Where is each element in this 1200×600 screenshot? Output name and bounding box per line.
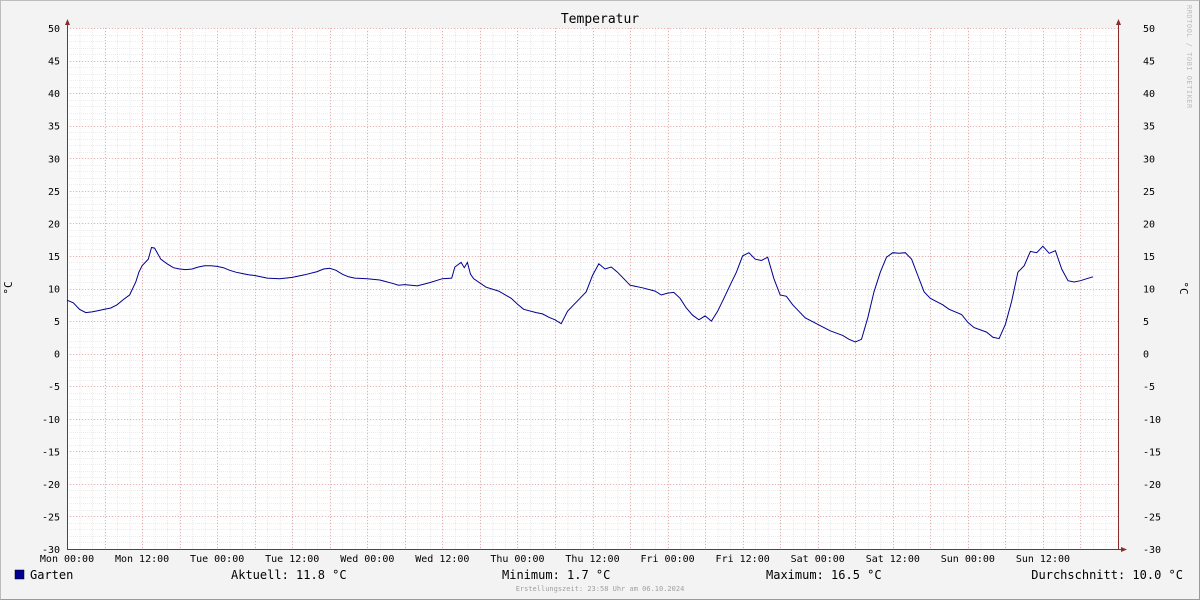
legend-series-name: Garten <box>30 568 73 582</box>
x-tick-label: Thu 12:00 <box>565 554 619 565</box>
y-tick-label: 45 <box>1143 57 1155 68</box>
y-tick-label: 10 <box>1143 285 1155 296</box>
y-tick-label: 15 <box>48 252 60 263</box>
x-tick-label: Wed 12:00 <box>415 554 469 565</box>
x-tick-label: Tue 00:00 <box>190 554 244 565</box>
y-tick-label: 0 <box>1143 350 1149 361</box>
legend-maximum: Maximum: 16.5 °C <box>766 568 882 582</box>
y-tick-label: 0 <box>54 350 60 361</box>
y-tick-label: 40 <box>1143 89 1155 100</box>
x-tick-label: Fri 00:00 <box>640 554 694 565</box>
legend-average: Durchschnitt: 10.0 °C <box>1031 568 1183 582</box>
y-tick-label: 50 <box>1143 24 1155 35</box>
y-tick-label: -10 <box>1143 415 1161 426</box>
x-axis-arrow <box>1121 547 1127 552</box>
temperature-chart: 50454035302520151050-5-10-15-20-25-30 50… <box>2 5 1193 593</box>
y-tick-label: -30 <box>1143 545 1161 556</box>
x-tick-label: Sat 12:00 <box>866 554 920 565</box>
y-tick-labels-left: 50454035302520151050-5-10-15-20-25-30 <box>42 24 60 556</box>
y-tick-label: -20 <box>1143 480 1161 491</box>
y-tick-label: 35 <box>1143 122 1155 133</box>
y-tick-label: 40 <box>48 89 60 100</box>
y-tick-label: 30 <box>1143 154 1155 165</box>
y-tick-label: 5 <box>1143 317 1149 328</box>
x-tick-label: Mon 00:00 <box>40 554 94 565</box>
legend-swatch-garten <box>14 569 25 580</box>
y-tick-label: 25 <box>48 187 60 198</box>
x-tick-label: Wed 00:00 <box>340 554 394 565</box>
y-tick-label: 30 <box>48 154 60 165</box>
y-tick-label: 15 <box>1143 252 1155 263</box>
x-tick-label: Sun 12:00 <box>1016 554 1070 565</box>
chart-title: Temperatur <box>561 12 639 27</box>
y-tick-label: 50 <box>48 24 60 35</box>
y-tick-label: 20 <box>1143 219 1155 230</box>
y-tick-label: 35 <box>48 122 60 133</box>
legend-minimum: Minimum: 1.7 °C <box>502 568 610 582</box>
y-tick-label: 25 <box>1143 187 1155 198</box>
y-tick-label: -15 <box>42 447 60 458</box>
y-tick-label: -25 <box>1143 512 1161 523</box>
y-tick-label: 5 <box>54 317 60 328</box>
y-axis-arrow-right <box>1116 19 1121 25</box>
y-tick-label: -5 <box>48 382 60 393</box>
y-axis-label-left: °C <box>2 281 15 294</box>
x-tick-label: Sat 00:00 <box>791 554 845 565</box>
x-tick-label: Fri 12:00 <box>716 554 770 565</box>
legend-current: Aktuell: 11.8 °C <box>231 568 347 582</box>
y-axis-label-right: °C <box>1177 281 1190 294</box>
plot-area <box>67 28 1118 549</box>
creation-timestamp: Erstellungszeit: 23:58 Uhr am 06.10.2024 <box>516 585 685 593</box>
y-tick-label: -25 <box>42 512 60 523</box>
y-tick-label: 20 <box>48 219 60 230</box>
y-tick-label: 45 <box>48 57 60 68</box>
x-tick-label: Thu 00:00 <box>490 554 544 565</box>
x-tick-labels: Mon 00:00 Mon 12:00 Tue 00:00 Tue 12:00 Wed … <box>40 554 1070 565</box>
y-tick-label: -5 <box>1143 382 1155 393</box>
y-tick-label: -10 <box>42 415 60 426</box>
y-axis-arrow-left <box>65 19 70 25</box>
x-tick-label: Sun 00:00 <box>941 554 995 565</box>
x-tick-label: Tue 12:00 <box>265 554 319 565</box>
y-tick-label: -20 <box>42 480 60 491</box>
watermark: RRDTOOL / TOBI OETIKER <box>1185 5 1193 109</box>
y-tick-label: 10 <box>48 285 60 296</box>
y-tick-labels-right: 50454035302520151050-5-10-15-20-25-30 <box>1143 24 1161 556</box>
x-tick-label: Mon 12:00 <box>115 554 169 565</box>
y-tick-label: -15 <box>1143 447 1161 458</box>
